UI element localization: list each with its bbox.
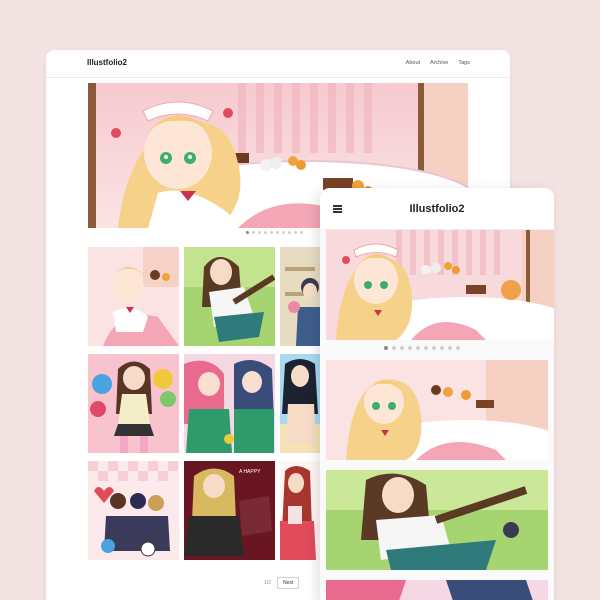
slider-dot[interactable]	[282, 231, 285, 234]
thumbnail-balloons[interactable]	[88, 354, 179, 453]
slider-dot[interactable]	[252, 231, 255, 234]
page-indicator: 1/2	[264, 580, 271, 586]
slider-dot[interactable]	[264, 231, 267, 234]
thumbnail-green-girl[interactable]	[184, 247, 275, 346]
slider-dot[interactable]	[246, 231, 249, 234]
slider-dot[interactable]	[276, 231, 279, 234]
slider-dot[interactable]	[384, 346, 388, 350]
thumbnail-group-hearts[interactable]	[88, 461, 179, 560]
slider-dot[interactable]	[392, 346, 396, 350]
slider-dot[interactable]	[294, 231, 297, 234]
nav-archive[interactable]: Archive	[430, 60, 448, 66]
mobile-site-title[interactable]: Illustfolio2	[320, 203, 554, 215]
mobile-card-maid-dessert[interactable]	[326, 360, 548, 460]
thumbnail-dark-red[interactable]: A HAPPY	[184, 461, 275, 560]
thumbnail-pink-hair-duo[interactable]	[184, 354, 275, 453]
nav-about[interactable]: About	[406, 60, 420, 66]
site-title[interactable]: Illustfolio2	[87, 58, 127, 67]
slider-dot[interactable]	[416, 346, 420, 350]
slider-dot[interactable]	[456, 346, 460, 350]
slider-dot[interactable]	[440, 346, 444, 350]
next-page-button[interactable]: Next	[276, 577, 300, 589]
slider-dot[interactable]	[258, 231, 261, 234]
svg-text:A HAPPY: A HAPPY	[239, 469, 261, 475]
mobile-browser-window: Illustfolio2	[320, 188, 554, 600]
top-navigation: About Archive Tags	[406, 60, 470, 66]
slider-dot[interactable]	[408, 346, 412, 350]
thumbnail-maid-dessert[interactable]	[88, 247, 179, 346]
slider-dot[interactable]	[448, 346, 452, 350]
slider-dot[interactable]	[300, 231, 303, 234]
slider-dot[interactable]	[424, 346, 428, 350]
slider-dot[interactable]	[270, 231, 273, 234]
site-header: Illustfolio2 About Archive Tags	[46, 50, 510, 78]
slider-dot[interactable]	[288, 231, 291, 234]
mobile-card-green-girl[interactable]	[326, 470, 548, 570]
slider-dot[interactable]	[400, 346, 404, 350]
mobile-card-peek[interactable]	[326, 580, 548, 600]
mobile-header: Illustfolio2	[320, 188, 554, 230]
nav-tags[interactable]: Tags	[458, 60, 470, 66]
mobile-hero-slider-image[interactable]	[326, 230, 554, 340]
mobile-hero-slider-dots[interactable]	[384, 346, 460, 350]
hero-slider-dots[interactable]	[246, 231, 303, 234]
pagination: 1/2 Next	[264, 577, 300, 589]
slider-dot[interactable]	[432, 346, 436, 350]
